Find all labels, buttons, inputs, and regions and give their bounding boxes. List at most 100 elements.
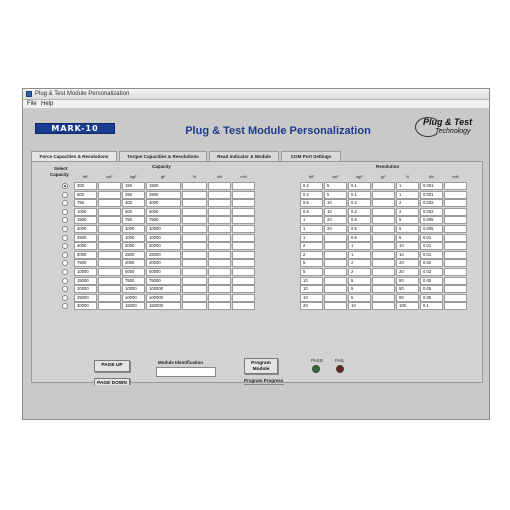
- resolution-cell[interactable]: 10: [348, 302, 371, 311]
- resolution-cell[interactable]: [444, 259, 467, 268]
- resolution-cell[interactable]: 20: [396, 259, 419, 268]
- capacity-cell[interactable]: 500: [122, 207, 145, 216]
- capacity-cell[interactable]: [232, 293, 255, 302]
- resolution-cell[interactable]: 0.05: [420, 276, 443, 285]
- capacity-cell[interactable]: 30000: [74, 302, 97, 311]
- capacity-cell[interactable]: [182, 276, 207, 285]
- resolution-cell[interactable]: [372, 250, 395, 259]
- resolution-cell[interactable]: [372, 190, 395, 199]
- resolution-cell[interactable]: 0.001: [420, 190, 443, 199]
- resolution-cell[interactable]: 0.5: [348, 216, 371, 225]
- capacity-cell[interactable]: 100000: [146, 285, 181, 294]
- capacity-cell[interactable]: [98, 199, 121, 208]
- capacity-cell[interactable]: [232, 302, 255, 311]
- capacity-cell[interactable]: [182, 199, 207, 208]
- capacity-cell[interactable]: 50000: [146, 268, 181, 276]
- resolution-cell[interactable]: 10: [300, 293, 323, 302]
- capacity-cell[interactable]: 1500: [74, 216, 97, 225]
- capacity-cell[interactable]: [208, 285, 231, 294]
- capacity-cell[interactable]: [232, 233, 255, 242]
- capacity-cell[interactable]: [98, 242, 121, 251]
- resolution-cell[interactable]: 50: [396, 276, 419, 285]
- capacity-cell[interactable]: 250: [122, 190, 145, 199]
- capacity-cell[interactable]: 1000: [122, 233, 145, 242]
- resolution-cell[interactable]: [372, 259, 395, 268]
- resolution-cell[interactable]: 0.2: [348, 199, 371, 208]
- select-capacity-radio[interactable]: [62, 243, 68, 250]
- capacity-cell[interactable]: [98, 276, 121, 285]
- capacity-cell[interactable]: [182, 216, 207, 225]
- capacity-cell[interactable]: 100000: [146, 293, 181, 302]
- resolution-cell[interactable]: 1: [300, 225, 323, 233]
- tab-com-port[interactable]: COM Port Settings: [281, 151, 341, 161]
- resolution-cell[interactable]: 5: [396, 216, 419, 225]
- capacity-cell[interactable]: [98, 302, 121, 311]
- capacity-cell[interactable]: [208, 302, 231, 311]
- resolution-cell[interactable]: 0.05: [420, 285, 443, 294]
- capacity-cell[interactable]: [208, 259, 231, 268]
- capacity-cell[interactable]: 7500: [122, 276, 145, 285]
- resolution-cell[interactable]: [324, 259, 347, 268]
- resolution-cell[interactable]: 10: [396, 242, 419, 251]
- capacity-cell[interactable]: 5000: [74, 250, 97, 259]
- resolution-cell[interactable]: 0.02: [420, 259, 443, 268]
- capacity-cell[interactable]: 1000: [122, 225, 145, 233]
- page-up-button[interactable]: PAGE UP: [94, 360, 130, 372]
- resolution-cell[interactable]: [372, 216, 395, 225]
- capacity-cell[interactable]: [182, 259, 207, 268]
- resolution-cell[interactable]: [372, 242, 395, 251]
- resolution-cell[interactable]: 2: [396, 207, 419, 216]
- capacity-cell[interactable]: 2500: [74, 233, 97, 242]
- resolution-cell[interactable]: 10: [300, 276, 323, 285]
- capacity-cell[interactable]: 25000: [74, 293, 97, 302]
- resolution-cell[interactable]: [444, 268, 467, 276]
- capacity-cell[interactable]: 10000: [122, 285, 145, 294]
- capacity-cell[interactable]: [208, 293, 231, 302]
- resolution-cell[interactable]: 20: [324, 225, 347, 233]
- capacity-cell[interactable]: [208, 207, 231, 216]
- resolution-cell[interactable]: [444, 250, 467, 259]
- select-capacity-radio[interactable]: [62, 251, 68, 258]
- resolution-cell[interactable]: 20: [300, 302, 323, 311]
- resolution-cell[interactable]: 5: [348, 285, 371, 294]
- resolution-cell[interactable]: [444, 285, 467, 294]
- capacity-cell[interactable]: [98, 293, 121, 302]
- capacity-cell[interactable]: [182, 225, 207, 233]
- capacity-cell[interactable]: [208, 182, 231, 190]
- capacity-cell[interactable]: [232, 259, 255, 268]
- capacity-cell[interactable]: [98, 259, 121, 268]
- resolution-cell[interactable]: [444, 242, 467, 251]
- capacity-cell[interactable]: 150: [122, 182, 145, 190]
- capacity-cell[interactable]: 750: [122, 216, 145, 225]
- capacity-cell[interactable]: [182, 250, 207, 259]
- select-capacity-radio[interactable]: [62, 226, 68, 232]
- resolution-cell[interactable]: 5: [324, 182, 347, 190]
- resolution-cell[interactable]: 10: [324, 207, 347, 216]
- resolution-cell[interactable]: 0.001: [420, 182, 443, 190]
- capacity-cell[interactable]: 15000: [122, 302, 145, 311]
- resolution-cell[interactable]: [372, 293, 395, 302]
- resolution-cell[interactable]: 0.02: [420, 268, 443, 276]
- capacity-cell[interactable]: [232, 216, 255, 225]
- resolution-cell[interactable]: 5: [300, 268, 323, 276]
- capacity-cell[interactable]: 300: [74, 182, 97, 190]
- resolution-cell[interactable]: [372, 302, 395, 311]
- capacity-cell[interactable]: 4000: [146, 199, 181, 208]
- resolution-cell[interactable]: 5: [396, 225, 419, 233]
- capacity-cell[interactable]: [232, 190, 255, 199]
- resolution-cell[interactable]: [324, 233, 347, 242]
- resolution-cell[interactable]: 5: [348, 276, 371, 285]
- resolution-cell[interactable]: [372, 285, 395, 294]
- capacity-cell[interactable]: [182, 190, 207, 199]
- resolution-cell[interactable]: 0.1: [420, 302, 443, 311]
- resolution-cell[interactable]: 2: [300, 242, 323, 251]
- resolution-cell[interactable]: 0.1: [348, 182, 371, 190]
- select-capacity-radio[interactable]: [62, 277, 68, 284]
- resolution-cell[interactable]: 0.2: [300, 182, 323, 190]
- resolution-cell[interactable]: [324, 268, 347, 276]
- capacity-cell[interactable]: 2000: [122, 242, 145, 251]
- resolution-cell[interactable]: 2: [348, 268, 371, 276]
- capacity-cell[interactable]: [208, 225, 231, 233]
- resolution-cell[interactable]: [444, 207, 467, 216]
- resolution-cell[interactable]: [324, 242, 347, 251]
